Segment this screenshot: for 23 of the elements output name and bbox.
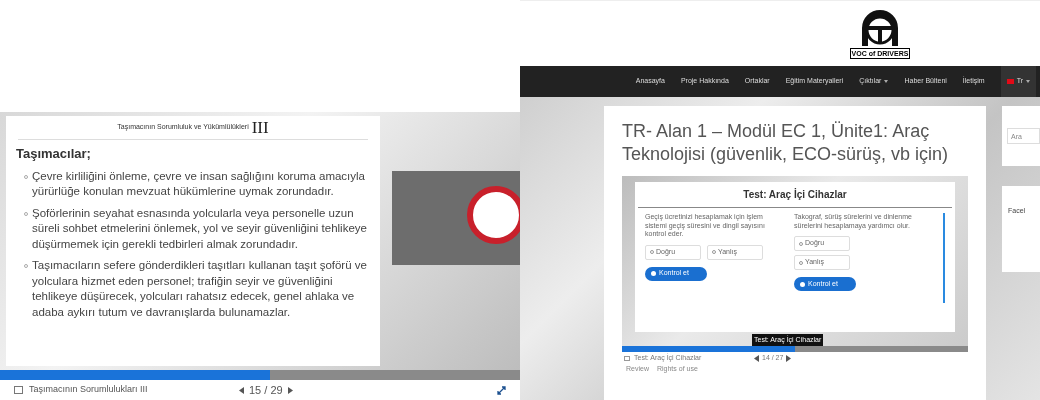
header-numeral: III [251,116,269,139]
check-icon [800,281,805,287]
expand-icon[interactable] [497,385,506,395]
progress-track[interactable] [0,370,520,380]
progress-track[interactable] [622,346,968,352]
slides-icon[interactable] [14,386,23,394]
bullet-text: Şoförlerinin seyahat esnasında yolcularla veya personelle uzun süreli sohbet etmelerini önlemek, yol ve seyir güvenliğini tehlikeye düşürmemek için gerekli tedbirleri almak zorundadır. [32,205,368,252]
flag-icon [1006,79,1014,84]
previous-icon[interactable] [239,386,244,394]
page-title: TR- Alan 1 – Modül EC 1, Ünite1: Araç Teknolojisi (güvenlik, ECO-sürüş, vb için) [622,120,950,166]
page-counter: 15 / 29 [249,382,283,398]
check-icon [651,271,656,276]
previous-icon[interactable] [754,354,759,362]
bullet-text: Çevre kirliliğini önleme, çevre ve insan sağlığını koruma amacıyla yürürlüğe konulan mevzuat hükümlerine uymak zorundadır. [32,168,366,199]
scrollbar[interactable] [943,213,945,303]
next-icon[interactable] [786,354,792,362]
bullet-text: Taşımacıların sefere gönderdikleri taşıtları kullanan taşıt şoförü ve yolculara hizmet eden personel; trafiğin seyir ve güvenliğini tehlikeye düşürecek, yolcuları rahatsız edecek, genel ahlaka ve adaba aykırı tutum ve davranışlarda bulunamazlar. [32,258,368,320]
quiz-title: Test: Araç İçi Cihazlar [638,182,952,208]
caret-icon [1026,80,1030,83]
next-icon[interactable] [287,386,293,394]
slide-heading: Taşımacılar; [16,145,92,163]
slides-icon[interactable] [624,355,630,361]
slide-title: Taşımacının Sorumlulukları III [29,383,149,397]
